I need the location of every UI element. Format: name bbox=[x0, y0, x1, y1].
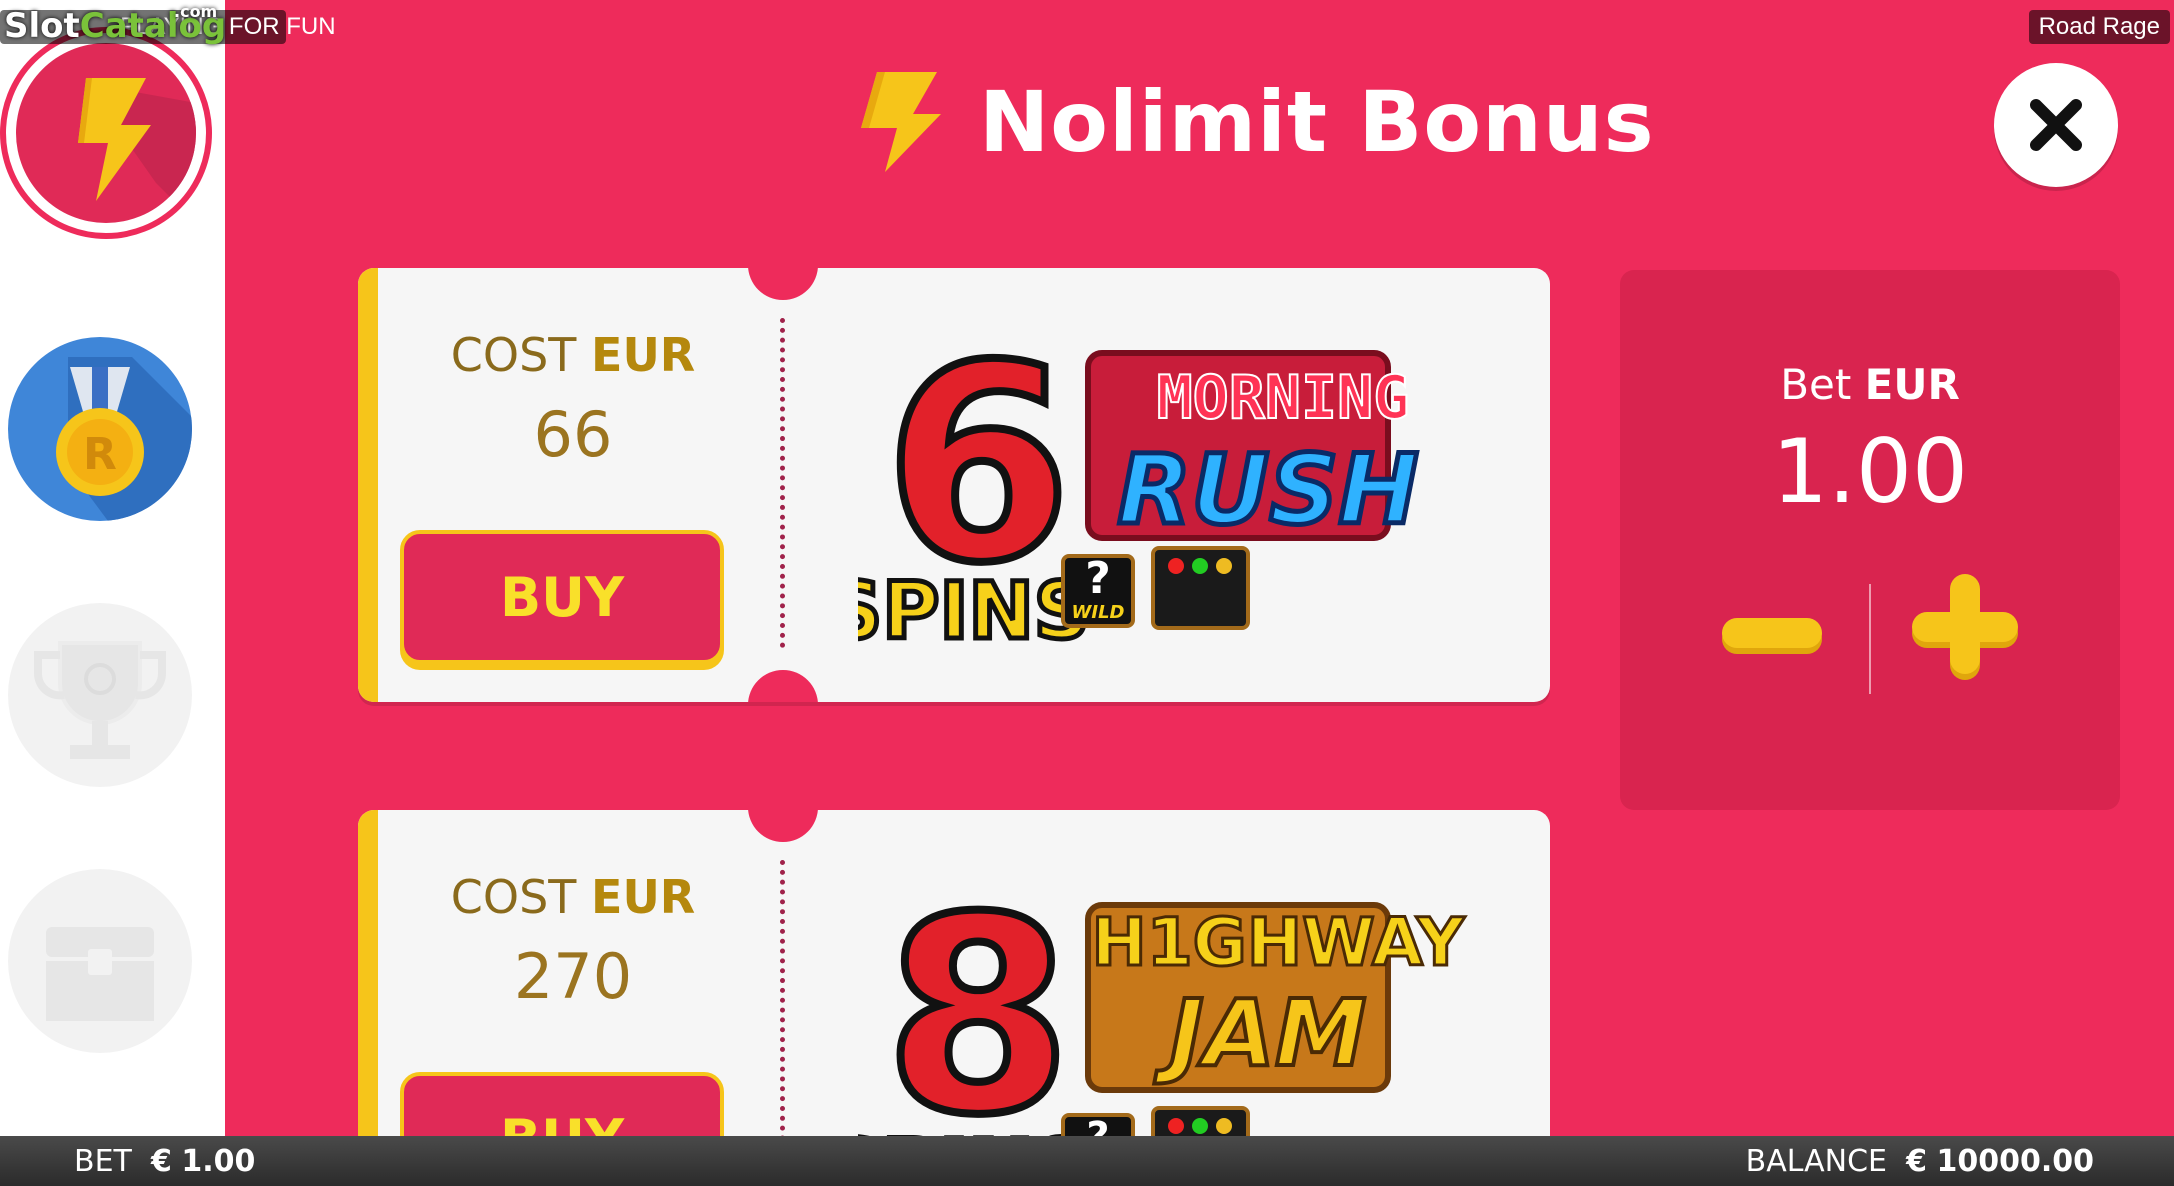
bet-currency: EUR bbox=[1864, 360, 1960, 409]
sidebar-item-trophy[interactable] bbox=[8, 603, 192, 787]
art-wild: WILD bbox=[1072, 602, 1125, 623]
trophy-icon bbox=[33, 641, 167, 759]
page-title: Nolimit Bonus bbox=[979, 73, 1655, 171]
art-spins: SPINS bbox=[858, 567, 1090, 657]
bottom-balance: BALANCE € 10000.00 bbox=[1746, 1144, 2094, 1179]
cost-label: COST EUR bbox=[388, 870, 758, 924]
bonus-tab-bg bbox=[16, 43, 196, 223]
medal-icon: R bbox=[56, 357, 192, 521]
balance-amount: 10000.00 bbox=[1936, 1144, 2094, 1179]
minus-icon bbox=[1722, 618, 1822, 654]
cost-value: 270 bbox=[513, 940, 633, 1013]
bet-decrease-button[interactable] bbox=[1720, 606, 1824, 676]
bet-label: Bet EUR bbox=[1620, 360, 2120, 409]
bet-increase-button[interactable] bbox=[1910, 570, 2020, 682]
svg-text:?: ? bbox=[1086, 1114, 1109, 1136]
ticket-notch bbox=[748, 810, 818, 842]
svg-text:R: R bbox=[83, 429, 117, 480]
ticket-perforation bbox=[780, 318, 785, 648]
watermark-com: .com bbox=[174, 2, 218, 21]
sidebar-item-bonus[interactable] bbox=[0, 27, 212, 239]
bet-divider bbox=[1869, 584, 1871, 694]
sidebar-item-medal[interactable]: R bbox=[8, 337, 192, 521]
bottom-bar: BET € 1.00 BALANCE € 10000.00 bbox=[0, 1136, 2174, 1186]
cost-currency: EUR bbox=[591, 328, 696, 382]
buy-button[interactable]: BUY bbox=[400, 1072, 724, 1136]
sidebar-item-chest[interactable] bbox=[8, 869, 192, 1053]
bet-symbol: € bbox=[150, 1144, 172, 1179]
page-header: Nolimit Bonus bbox=[855, 62, 1655, 182]
close-button[interactable] bbox=[1994, 63, 2118, 187]
lightning-icon bbox=[861, 72, 941, 172]
ticket-perforation bbox=[780, 860, 785, 1136]
watermark-slot: Slot bbox=[4, 6, 80, 46]
plus-icon bbox=[1912, 574, 2018, 680]
bet-label: BET bbox=[74, 1144, 132, 1179]
bet-value: 1.00 bbox=[1772, 420, 1968, 523]
game-name-badge: Road Rage bbox=[2028, 10, 2170, 44]
art-number: 8 bbox=[884, 859, 1072, 1136]
art-line1: MORNING bbox=[1157, 363, 1410, 433]
bonus-art-morning-rush: 6 MORNING RUSH SPINS ? WILD bbox=[858, 308, 1421, 660]
card-stripe bbox=[358, 810, 378, 1136]
bet-amount: 1.00 bbox=[181, 1144, 256, 1179]
balance-label: BALANCE bbox=[1745, 1144, 1887, 1179]
art-line2: JAM bbox=[1154, 980, 1367, 1087]
art-spins: SPINS bbox=[858, 1124, 1090, 1136]
slotcatalog-watermark: SlotCatalog .com bbox=[4, 2, 226, 46]
balance-symbol: € bbox=[1906, 1144, 1927, 1179]
chest-icon bbox=[46, 927, 154, 1021]
cost-prefix: COST bbox=[450, 328, 577, 382]
ticket-notch bbox=[748, 670, 818, 702]
cost-prefix: COST bbox=[450, 870, 577, 924]
close-icon bbox=[2030, 99, 2082, 151]
card-stripe bbox=[358, 268, 378, 702]
buy-button[interactable]: BUY bbox=[400, 530, 724, 664]
bonus-art-highway-jam: 8 H1GHWAY JAM SPINS ? bbox=[858, 855, 1467, 1136]
bet-label-text: Bet bbox=[1780, 360, 1852, 409]
cost-currency: EUR bbox=[591, 870, 696, 924]
bonus-card: COST EUR 66 BUY 6 MORNING RUSH SPINS ? W… bbox=[358, 268, 1550, 702]
art-line2: RUSH bbox=[1117, 434, 1418, 546]
sidebar: R bbox=[0, 0, 225, 1136]
svg-text:?: ? bbox=[1085, 553, 1111, 604]
bonus-card: COST EUR 270 BUY 8 H1GHWAY JAM SPINS ? bbox=[358, 810, 1550, 1136]
art-line1: H1GHWAY bbox=[1092, 904, 1466, 981]
ticket-notch bbox=[748, 268, 818, 300]
cost-label: COST EUR bbox=[388, 328, 758, 382]
bottom-bet: BET € 1.00 bbox=[74, 1144, 255, 1179]
lightning-icon bbox=[78, 78, 196, 223]
bet-panel: Bet EUR 1.00 bbox=[1620, 270, 2120, 810]
cost-value: 66 bbox=[533, 398, 613, 471]
